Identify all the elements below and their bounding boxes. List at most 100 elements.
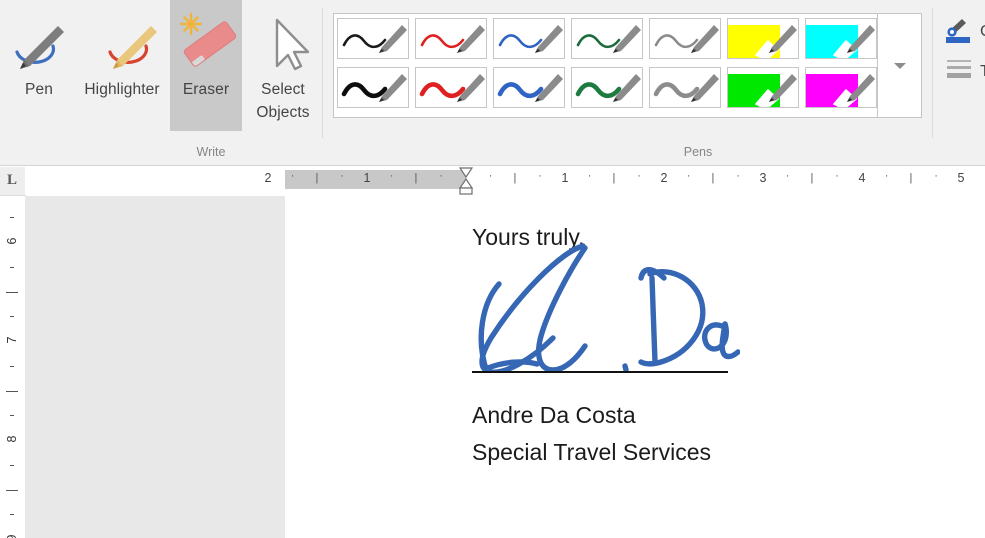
ruler-tick-label: 3 (759, 171, 767, 185)
vertical-ruler-tick-label: 6 (5, 237, 19, 245)
ribbon-button-select-objects[interactable]: Select Objects (244, 0, 322, 131)
cursor-arrow-icon (247, 4, 319, 78)
vertical-ruler-tick-mark (10, 464, 14, 466)
ruler-tick-mark: · (637, 170, 641, 182)
vertical-ruler-tick-mark (10, 316, 14, 318)
vertical-ruler-tick-label: 7 (5, 336, 19, 344)
ruler-text-area-band (466, 170, 985, 189)
ruler-tick-mark: | (909, 172, 913, 184)
vertical-ruler-tick-label: 8 (5, 435, 19, 443)
pen-preview-icon (497, 74, 563, 102)
ruler-tick-mark: | (315, 172, 319, 184)
eraser-icon (170, 4, 242, 78)
ruler-tick-mark: | (711, 172, 715, 184)
document-line-company: Special Travel Services (472, 439, 712, 465)
ruler-tick-mark: | (612, 172, 616, 184)
ribbon-button-pen-label: Pen (25, 81, 53, 98)
pen-preview-icon (342, 25, 407, 53)
pen-swatch-pen-green-thin[interactable] (571, 18, 643, 59)
group-separator-pens (932, 8, 933, 138)
paintbrush-color-icon (944, 14, 974, 49)
vertical-ruler-tick-mark (10, 365, 14, 367)
pen-preview-icon (653, 74, 719, 102)
ribbon-button-eraser[interactable]: Eraser (170, 0, 242, 131)
pen-swatch-highlighter-yellow[interactable] (727, 18, 799, 59)
vertical-ruler-tick-mark (6, 489, 18, 491)
vertical-ruler-tick-mark (6, 291, 18, 293)
ribbon-button-pen[interactable]: Pen (2, 0, 76, 131)
ruler-tick-mark: · (785, 170, 790, 182)
pen-swatch-pen-green-thick[interactable] (571, 67, 643, 108)
document-canvas: Yours truly, Andre Da Costa Special Trav… (25, 196, 985, 538)
ruler-tick-label: 4 (858, 171, 866, 185)
tab-stop-selector[interactable]: L (0, 167, 26, 196)
pen-swatch-pen-black-thick[interactable] (337, 67, 409, 108)
vertical-ruler-tick-label: 9 (5, 528, 19, 538)
ruler-tick-mark: · (686, 170, 691, 182)
pen-preview-icon (728, 74, 797, 107)
pens-gallery (333, 13, 922, 118)
pen-preview-icon (341, 74, 407, 102)
document-line-name: Andre Da Costa (472, 402, 636, 428)
ribbon-button-color[interactable]: C (944, 14, 985, 49)
tab-stop-left-icon: L (7, 172, 18, 188)
ruler-tick-label: 1 (363, 171, 371, 185)
pen-icon (3, 4, 75, 78)
ruler-tick-mark: · (439, 170, 443, 182)
ruler-tick-mark: · (340, 170, 344, 182)
ruler-tick-mark: · (736, 170, 740, 182)
ruler-tick-mark: · (934, 170, 938, 182)
ruler-tick-label: 2 (660, 171, 668, 185)
ruler-tick-mark: · (835, 170, 839, 182)
pen-swatch-pen-black-thin[interactable] (337, 18, 409, 59)
ruler-tick-mark: · (389, 170, 394, 182)
ruler-tick-mark: | (513, 172, 517, 184)
ruler-tick-label: 2 (264, 171, 272, 185)
ruler-tick-label: 5 (957, 171, 965, 185)
ribbon-button-select-objects-label: Select Objects (256, 81, 310, 121)
pen-swatch-highlighter-magenta[interactable] (805, 67, 877, 108)
ribbon-button-eraser-label: Eraser (182, 81, 230, 98)
pen-preview-icon (498, 25, 563, 53)
group-separator-write (322, 8, 323, 138)
chevron-down-icon (893, 62, 906, 69)
pen-swatch-highlighter-cyan[interactable] (805, 18, 877, 59)
signature-rule (472, 371, 728, 373)
ruler-tick-mark: · (290, 170, 295, 182)
highlighter-icon (86, 4, 158, 78)
group-label-write: Write (196, 145, 226, 159)
horizontal-ruler[interactable]: 2 1 · | · · | · 1 2 3 4 5 · | · · | · · | · · | · · | · (25, 167, 985, 195)
ruler-tick-mark: | (810, 172, 814, 184)
pen-swatch-pencil-grey-thick[interactable] (649, 67, 721, 108)
ribbon-button-thickness[interactable]: T (944, 54, 985, 89)
pens-gallery-more-button[interactable] (877, 14, 921, 117)
vertical-ruler-tick-mark (10, 217, 14, 219)
ink-signature[interactable] (465, 242, 740, 372)
pen-preview-icon (419, 74, 485, 102)
group-label-pens: Pens (683, 145, 713, 159)
pen-swatch-pencil-grey-thin[interactable] (649, 18, 721, 59)
pen-preview-icon (806, 25, 875, 58)
ribbon-button-thickness-label: T (980, 62, 985, 80)
pen-swatch-pen-blue-thick[interactable] (493, 67, 565, 108)
pen-swatch-pen-red-thin[interactable] (415, 18, 487, 59)
ruler-tick-mark: · (538, 170, 542, 182)
vertical-ruler[interactable]: 6 7 8 9 (0, 196, 25, 538)
pen-preview-icon (420, 25, 485, 53)
vertical-ruler-tick-mark (10, 514, 14, 516)
vertical-ruler-tick-mark (10, 266, 14, 268)
pen-swatch-pen-red-thick[interactable] (415, 67, 487, 108)
ruler-tick-mark: · (587, 170, 592, 182)
ruler-indent-markers[interactable] (456, 167, 476, 195)
ribbon-button-highlighter[interactable]: Highlighter (76, 0, 168, 131)
ruler-tick-mark: · (488, 170, 493, 182)
vertical-ruler-tick-mark (10, 415, 14, 417)
pen-swatch-pen-blue-thin[interactable] (493, 18, 565, 59)
ribbon-button-color-label: C (980, 23, 985, 41)
ruler-tick-mark: | (414, 172, 418, 184)
pen-preview-icon (575, 74, 641, 102)
ribbon-button-highlighter-label: Highlighter (84, 81, 160, 98)
vertical-ruler-tick-mark (6, 390, 18, 392)
pen-swatch-highlighter-green[interactable] (727, 67, 799, 108)
document-page[interactable]: Yours truly, Andre Da Costa Special Trav… (285, 196, 985, 538)
